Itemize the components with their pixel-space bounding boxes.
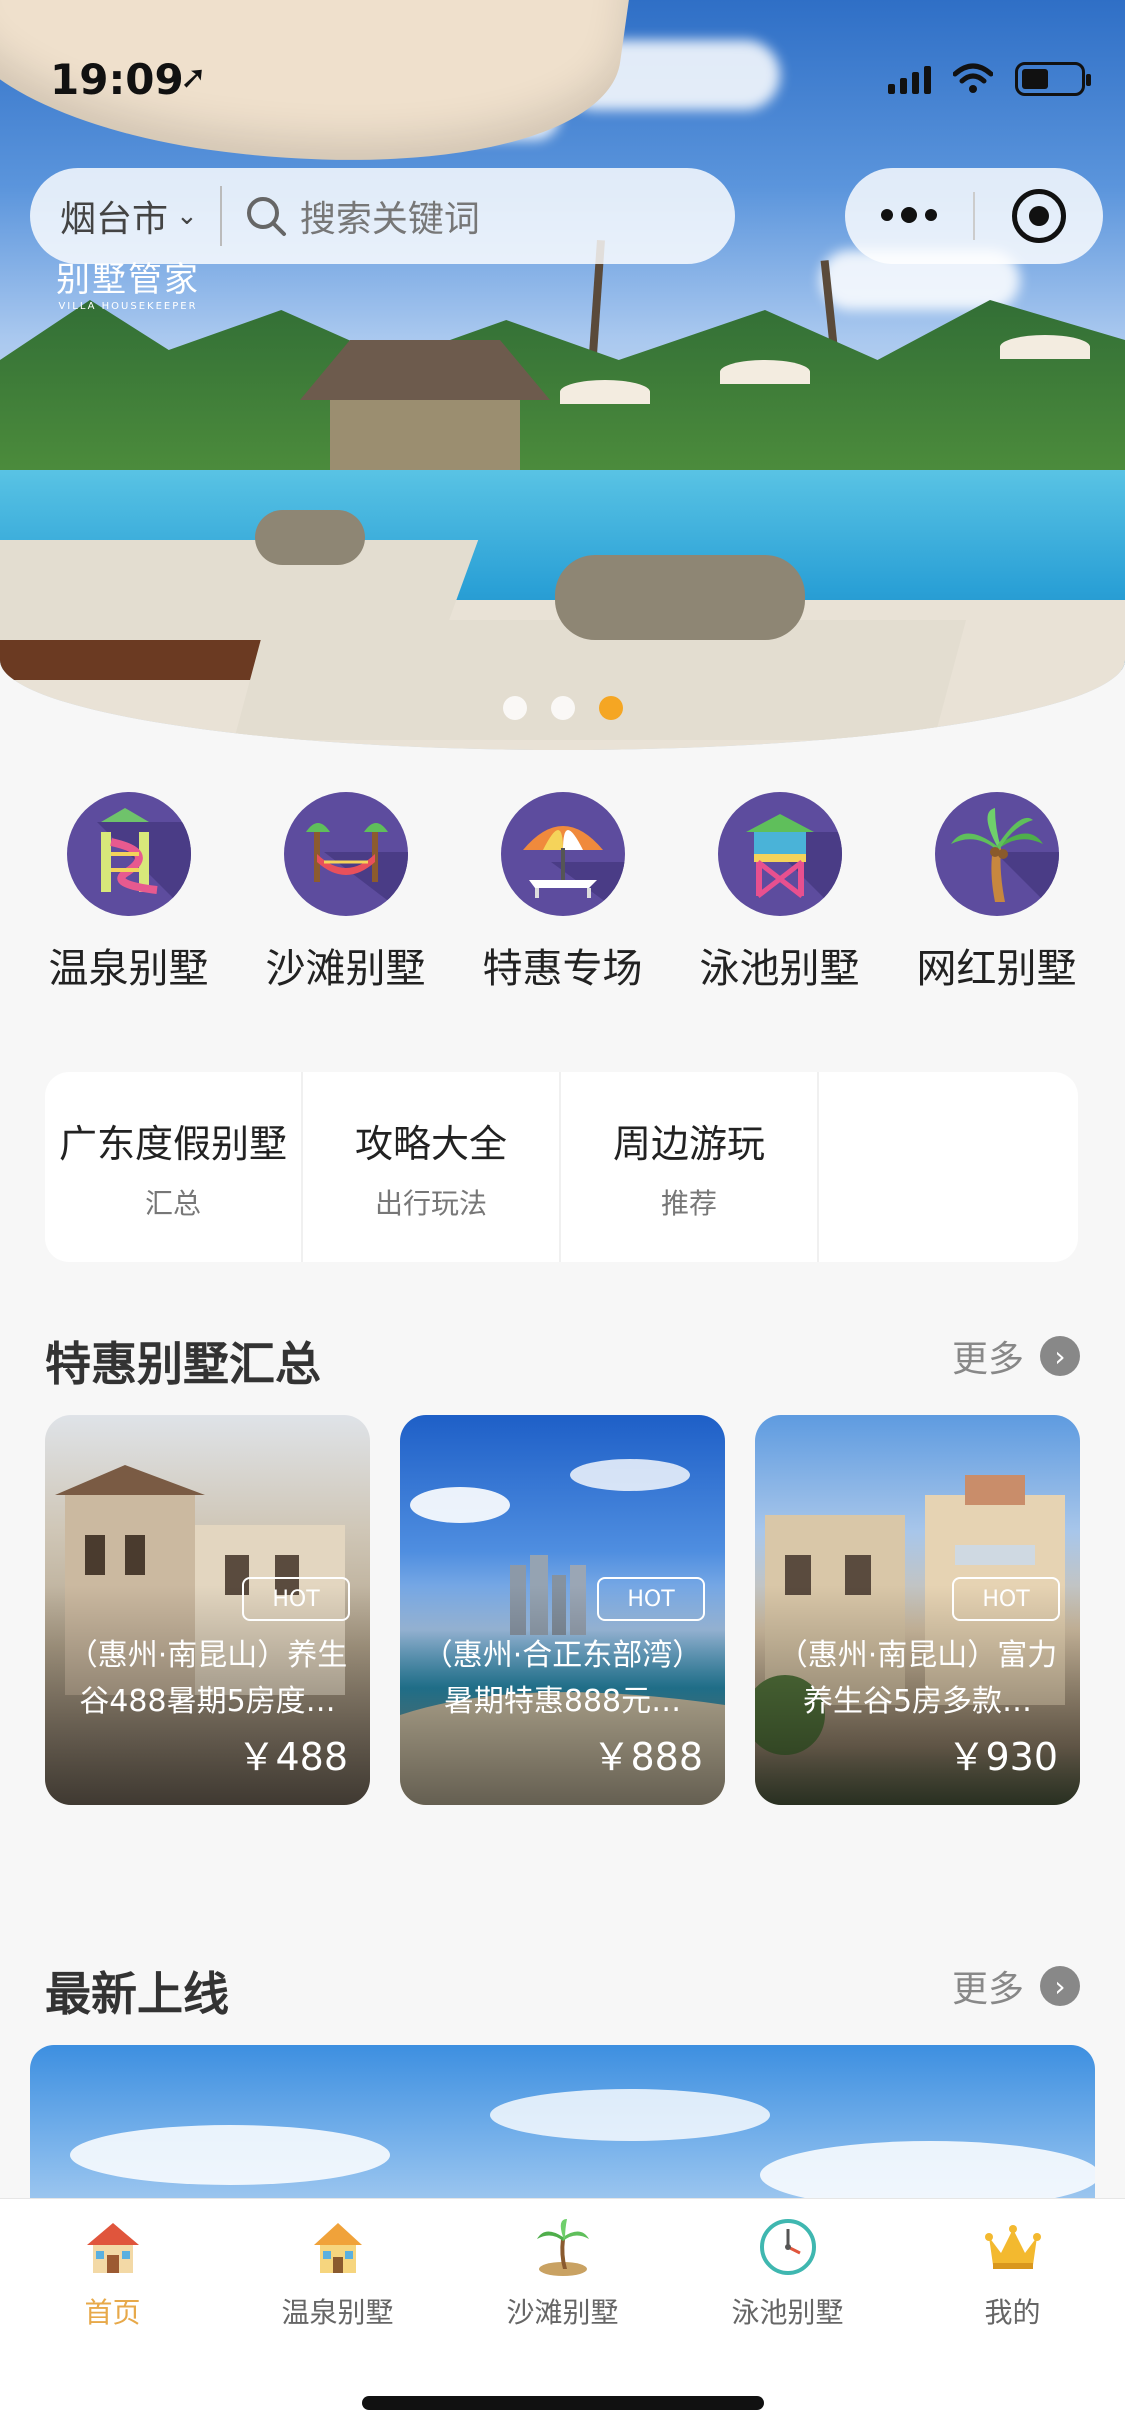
tab-pool[interactable]: 泳池别墅 <box>688 2215 888 2331</box>
tab-label: 泳池别墅 <box>731 2296 844 2329</box>
carousel-dot[interactable] <box>502 696 527 720</box>
tab-beach[interactable]: 沙滩别墅 <box>463 2215 663 2331</box>
deal-description: （惠州·合正东部湾）暑期特惠888元… <box>422 1638 703 1719</box>
category-label: 温泉别墅 <box>48 946 209 992</box>
quick-links: 广东度假别墅 汇总 攻略大全 出行玩法 周边游玩 推荐 <box>45 1072 1078 1262</box>
category-label: 网红别墅 <box>916 946 1077 992</box>
hot-badge: HOT <box>952 1577 1060 1621</box>
quick-link-title: 攻略大全 <box>354 1121 507 1166</box>
category-trending[interactable]: 网红别墅 <box>897 792 1097 994</box>
water-slide-icon <box>66 792 191 916</box>
quick-link-nearby[interactable]: 周边游玩 推荐 <box>561 1072 819 1262</box>
hero-banner[interactable] <box>0 0 1125 750</box>
wifi-icon <box>953 63 993 93</box>
more-label: 更多 <box>951 1339 1024 1380</box>
status-time: 19:09 <box>50 55 184 104</box>
hot-badge: HOT <box>597 1577 705 1621</box>
chevron-right-icon: › <box>1040 1966 1080 2006</box>
category-label: 特惠专场 <box>482 946 643 992</box>
hot-badge: HOT <box>242 1577 350 1621</box>
category-grid: 温泉别墅 沙滩别墅 特惠专场 泳池别墅 网红别墅 <box>0 792 1125 994</box>
deal-card[interactable]: HOT （惠州·南昆山）养生谷488暑期5房度… ￥488 <box>45 1415 370 1805</box>
home-house-icon <box>86 2223 139 2273</box>
palm-tree-icon <box>934 792 1059 916</box>
city-label: 烟台市 <box>60 199 169 240</box>
deals-more-link[interactable]: 更多 › <box>952 1330 1080 1382</box>
lifeguard-tower-icon <box>717 792 842 916</box>
deals-section-title: 特惠别墅汇总 <box>45 1337 321 1391</box>
tab-hot-spring[interactable]: 温泉别墅 <box>238 2215 438 2331</box>
carousel-dot-active[interactable] <box>598 696 623 720</box>
quick-link-guides[interactable]: 攻略大全 出行玩法 <box>303 1072 561 1262</box>
search-input[interactable]: 搜索关键词 <box>300 190 480 242</box>
location-arrow-icon: ➚ <box>180 58 207 96</box>
clock-icon <box>759 2219 816 2275</box>
signal-icon <box>888 64 931 94</box>
towel <box>255 510 365 565</box>
miniprogram-capsule <box>845 168 1103 264</box>
logo-cn: 别墅管家 <box>56 260 200 300</box>
beach-umbrella-icon <box>500 792 625 916</box>
city-selector[interactable]: 烟台市 ⌄ <box>30 190 198 242</box>
deal-price: ￥488 <box>237 1735 348 1779</box>
parasol <box>1000 335 1090 359</box>
tab-label: 首页 <box>84 2296 141 2329</box>
carousel-indicator <box>0 696 1125 720</box>
quick-link-title: 广东度假别墅 <box>58 1121 287 1166</box>
pool-hut <box>300 340 550 470</box>
more-label: 更多 <box>951 1969 1024 2010</box>
towel <box>555 555 805 640</box>
category-label: 沙滩别墅 <box>265 946 426 992</box>
battery-icon <box>1015 62 1091 96</box>
target-icon <box>1012 189 1066 243</box>
new-listings-more-link[interactable]: 更多 › <box>952 1960 1080 2012</box>
more-options-button[interactable] <box>845 207 973 223</box>
deal-description: （惠州·南昆山）富力养生谷5房多款… <box>777 1638 1058 1719</box>
home-indicator <box>362 2396 764 2410</box>
parasol <box>560 380 650 404</box>
chevron-down-icon: ⌄ <box>176 201 198 231</box>
villa-house-icon <box>313 2223 362 2273</box>
carousel-dot[interactable] <box>550 696 575 720</box>
deal-card[interactable]: HOT （惠州·合正东部湾）暑期特惠888元… ￥888 <box>400 1415 725 1805</box>
tab-label: 温泉别墅 <box>281 2296 394 2329</box>
quick-link-empty <box>819 1072 1077 1262</box>
category-label: 泳池别墅 <box>699 946 860 992</box>
quick-link-sub: 推荐 <box>660 1186 717 1220</box>
quick-link-title: 周边游玩 <box>612 1121 765 1166</box>
tab-label: 我的 <box>984 2296 1041 2329</box>
tab-home[interactable]: 首页 <box>13 2215 213 2331</box>
deal-cards: HOT （惠州·南昆山）养生谷488暑期5房度… ￥488 HOT （惠州·合正… <box>45 1415 1080 1805</box>
search-bar[interactable]: 烟台市 ⌄ 搜索关键词 <box>30 168 735 264</box>
search-icon <box>246 197 286 236</box>
category-pool[interactable]: 泳池别墅 <box>680 792 880 994</box>
category-special-offer[interactable]: 特惠专场 <box>463 792 663 994</box>
crown-icon <box>984 2225 1041 2269</box>
brand-logo: 别墅管家 VILLA HOUSEKEEPER <box>56 252 200 312</box>
tab-label: 沙滩别墅 <box>506 2296 619 2329</box>
hammock-icon <box>283 792 408 916</box>
chevron-right-icon: › <box>1040 1336 1080 1376</box>
quick-link-guangdong-villas[interactable]: 广东度假别墅 汇总 <box>45 1072 303 1262</box>
quick-link-sub: 汇总 <box>144 1186 201 1220</box>
palm-island-icon <box>536 2219 589 2276</box>
close-miniprogram-button[interactable] <box>975 189 1103 243</box>
category-beach[interactable]: 沙滩别墅 <box>246 792 446 994</box>
logo-en: VILLA HOUSEKEEPER <box>58 301 198 312</box>
parasol <box>720 360 810 384</box>
deal-description: （惠州·南昆山）养生谷488暑期5房度… <box>67 1638 348 1719</box>
quick-link-sub: 出行玩法 <box>374 1186 487 1220</box>
status-icons <box>888 62 1091 96</box>
deal-card[interactable]: HOT （惠州·南昆山）富力养生谷5房多款… ￥930 <box>755 1415 1080 1805</box>
new-listings-title: 最新上线 <box>45 1967 229 2021</box>
search-divider <box>219 186 222 246</box>
category-hot-spring[interactable]: 温泉别墅 <box>29 792 229 994</box>
tab-mine[interactable]: 我的 <box>913 2215 1113 2331</box>
deal-price: ￥930 <box>947 1735 1058 1779</box>
deal-price: ￥888 <box>592 1735 703 1779</box>
